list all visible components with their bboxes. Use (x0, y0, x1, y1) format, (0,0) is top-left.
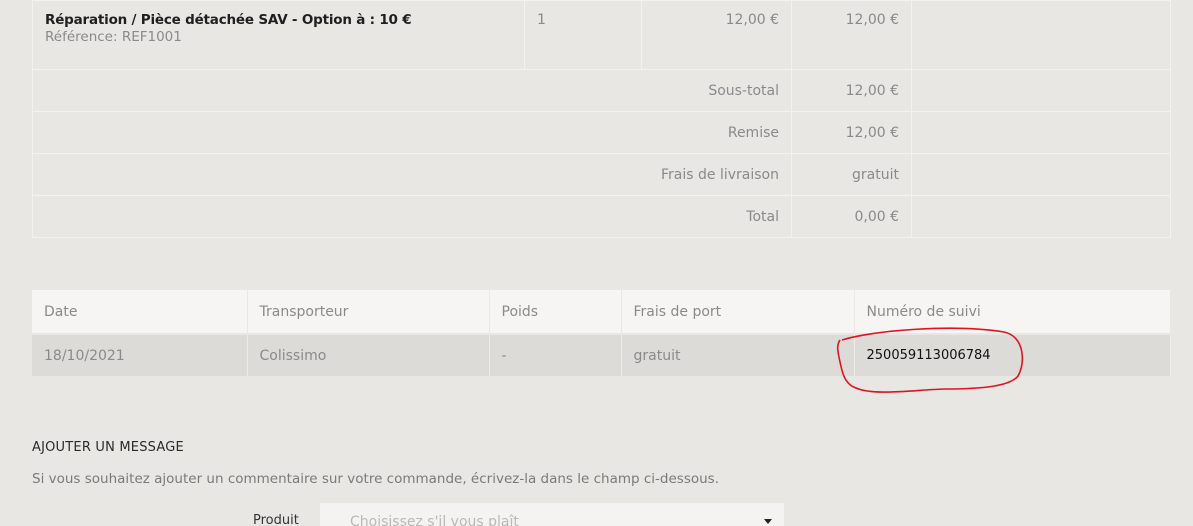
table-row: Réparation / Pièce détachée SAV - Option… (32, 0, 1171, 70)
col-header-shipping-cost: Frais de port (621, 290, 855, 335)
shipping-fee-row: Frais de livraison gratuit (32, 153, 1171, 196)
add-message-help: Si vous souhaitez ajouter un commentaire… (32, 471, 719, 487)
product-select-label: Produit (253, 513, 299, 526)
shipping-fee-label: Frais de livraison (32, 153, 792, 196)
order-items-table: Réparation / Pièce détachée SAV - Option… (32, 0, 1171, 238)
shipping-weight: - (489, 334, 622, 376)
shipping-date: 18/10/2021 (32, 334, 248, 376)
summary-empty-cell (911, 153, 1171, 196)
caret-down-icon (764, 519, 772, 524)
table-row: 18/10/2021 Colissimo - gratuit 250059113… (32, 334, 1171, 376)
discount-value: 12,00 € (791, 111, 912, 154)
shipping-table: Date Transporteur Poids Frais de port Nu… (32, 290, 1171, 376)
shipping-header-row: Date Transporteur Poids Frais de port Nu… (32, 290, 1171, 335)
col-header-date: Date (32, 290, 248, 335)
product-empty-cell (911, 0, 1171, 70)
product-select[interactable]: Choisissez s'il vous plaît (320, 503, 784, 526)
shipping-fee-value: gratuit (791, 153, 912, 196)
tracking-number[interactable]: 250059113006784 (854, 334, 1171, 376)
total-label: Total (32, 195, 792, 238)
order-detail-page: Réparation / Pièce détachée SAV - Option… (0, 0, 1193, 526)
add-message-title: AJOUTER UN MESSAGE (32, 440, 184, 455)
discount-row: Remise 12,00 € (32, 111, 1171, 154)
total-value: 0,00 € (791, 195, 912, 238)
product-reference: Référence: REF1001 (45, 29, 182, 45)
product-quantity: 1 (524, 0, 642, 70)
summary-empty-cell (911, 69, 1171, 112)
subtotal-row: Sous-total 12,00 € (32, 69, 1171, 112)
product-select-placeholder: Choisissez s'il vous plaît (350, 514, 519, 526)
col-header-carrier: Transporteur (247, 290, 490, 335)
product-unit-price: 12,00 € (641, 0, 792, 70)
subtotal-label: Sous-total (32, 69, 792, 112)
summary-empty-cell (911, 195, 1171, 238)
col-header-weight: Poids (489, 290, 622, 335)
shipping-carrier: Colissimo (247, 334, 490, 376)
subtotal-value: 12,00 € (791, 69, 912, 112)
total-row: Total 0,00 € (32, 195, 1171, 238)
product-cell: Réparation / Pièce détachée SAV - Option… (32, 0, 525, 70)
discount-label: Remise (32, 111, 792, 154)
col-header-tracking: Numéro de suivi (854, 290, 1171, 335)
product-name: Réparation / Pièce détachée SAV - Option… (45, 12, 412, 28)
shipping-cost: gratuit (621, 334, 855, 376)
summary-empty-cell (911, 111, 1171, 154)
product-total-price: 12,00 € (791, 0, 912, 70)
